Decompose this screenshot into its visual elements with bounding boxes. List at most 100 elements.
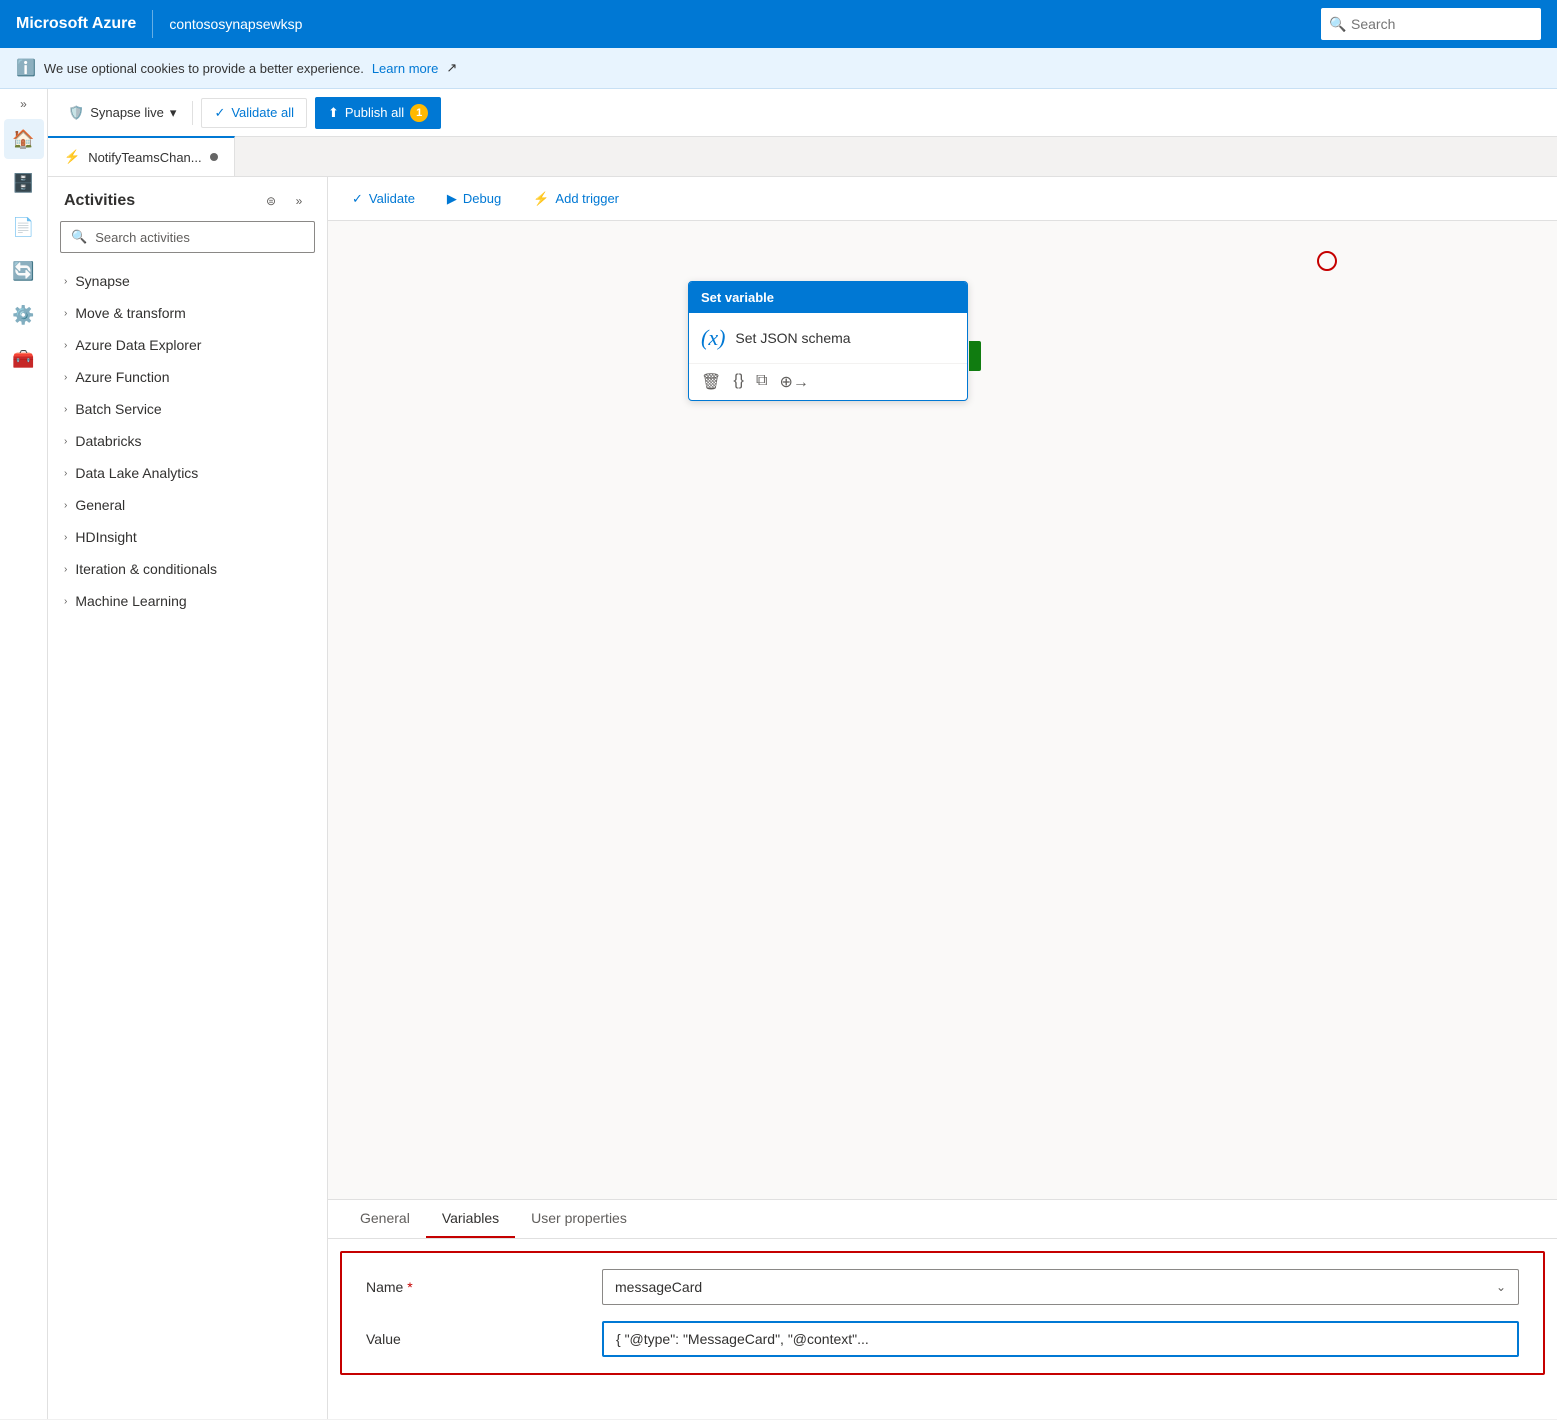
debug-button[interactable]: ▶ Debug	[439, 187, 509, 211]
chevron-right-icon: ›	[64, 340, 67, 351]
activity-group-general[interactable]: › General	[48, 489, 327, 521]
validate-button[interactable]: ✓ Validate	[344, 187, 423, 211]
chevron-right-icon: ›	[64, 468, 67, 479]
activity-group-label: Move & transform	[75, 305, 185, 321]
activity-group-label: HDInsight	[75, 529, 136, 545]
code-icon[interactable]: {}	[733, 372, 744, 392]
activity-group-azure-data-explorer[interactable]: › Azure Data Explorer	[48, 329, 327, 361]
activity-group-batch-service[interactable]: › Batch Service	[48, 393, 327, 425]
collapse-btn[interactable]: ⊜	[259, 189, 283, 213]
canvas-area: ✓ Validate ▶ Debug ⚡ Add trigger	[328, 177, 1557, 1419]
debug-play-icon: ▶	[447, 191, 457, 207]
form-row-name: Name * messageCard ⌄	[366, 1269, 1519, 1305]
pipeline-tab-icon: ⚡	[64, 149, 80, 165]
activity-group-databricks[interactable]: › Databricks	[48, 425, 327, 457]
validate-icon: ✓	[214, 105, 225, 121]
activity-group-label: Batch Service	[75, 401, 161, 417]
tab-dot	[210, 153, 218, 161]
copy-icon[interactable]: ⧉	[756, 372, 767, 392]
pipeline-canvas[interactable]: Set variable (x) Set JSON schema 🗑 {} ⧉ …	[328, 221, 1557, 1199]
chevron-right-icon: ›	[64, 308, 67, 319]
chevron-right-icon: ›	[64, 276, 67, 287]
activity-group-machine-learning[interactable]: › Machine Learning	[48, 585, 327, 617]
activity-group-iteration-conditionals[interactable]: › Iteration & conditionals	[48, 553, 327, 585]
nav-item-home[interactable]: 🏠	[4, 119, 44, 159]
tab-user-properties[interactable]: User properties	[515, 1200, 643, 1238]
add-trigger-button[interactable]: ⚡ Add trigger	[525, 187, 627, 211]
value-label: Value	[366, 1331, 586, 1347]
content-area: 🛡️ Synapse live ▾ ✓ Validate all ⬆ Publi…	[48, 89, 1557, 1419]
activity-group-label: Databricks	[75, 433, 141, 449]
activity-card-set-variable[interactable]: Set variable (x) Set JSON schema 🗑 {} ⧉ …	[688, 281, 968, 401]
chevron-down-icon: ▾	[170, 105, 177, 121]
activity-card-body: (x) Set JSON schema	[689, 313, 967, 363]
activity-card-header: Set variable	[689, 282, 967, 313]
close-btn[interactable]: »	[287, 189, 311, 213]
validate-all-button[interactable]: ✓ Validate all	[201, 98, 307, 128]
delete-icon[interactable]: 🗑	[701, 372, 721, 392]
nav-item-manage[interactable]: 🧰	[4, 339, 44, 379]
activity-group-data-lake-analytics[interactable]: › Data Lake Analytics	[48, 457, 327, 489]
synapse-icon: 🛡️	[68, 105, 84, 121]
synapse-live-label: Synapse live	[90, 105, 164, 120]
brand-logo: Microsoft Azure	[16, 15, 136, 33]
chevron-right-icon: ›	[64, 564, 67, 575]
lightning-icon: ⚡	[533, 191, 549, 207]
activity-group-azure-function[interactable]: › Azure Function	[48, 361, 327, 393]
external-link-icon: ↗	[446, 60, 457, 76]
main-layout: » 🏠 🗄️ 📄 🔄 ⚙️ 🧰 🛡️ Synapse live ▾ ✓ Vali…	[0, 89, 1557, 1419]
activity-group-label: Data Lake Analytics	[75, 465, 198, 481]
activities-title: Activities	[64, 192, 135, 210]
debug-label: Debug	[463, 191, 501, 206]
search-icon: 🔍	[1329, 16, 1346, 33]
validate-check-icon: ✓	[352, 191, 363, 207]
top-bar: Microsoft Azure contososynapsewksp 🔍	[0, 0, 1557, 48]
synapse-live-selector[interactable]: 🛡️ Synapse live ▾	[60, 101, 184, 125]
activity-group-label: Machine Learning	[75, 593, 186, 609]
search-activities-input[interactable]: 🔍 Search activities	[60, 221, 315, 253]
validate-label: Validate	[369, 191, 415, 206]
red-circle-indicator	[1317, 251, 1337, 271]
publish-icon: ⬆	[328, 105, 339, 121]
chevron-right-icon: ›	[64, 404, 67, 415]
green-connector	[969, 341, 981, 371]
workspace: Activities ⊜ » 🔍 Search activities › Syn…	[48, 177, 1557, 1419]
activity-group-label: Synapse	[75, 273, 129, 289]
tab-variables[interactable]: Variables	[426, 1200, 515, 1238]
activity-name: Set JSON schema	[735, 330, 850, 346]
tab-bar: ⚡ NotifyTeamsChan...	[48, 137, 1557, 177]
toolbar-divider	[192, 101, 193, 125]
learn-more-link[interactable]: Learn more	[372, 61, 438, 76]
activity-group-label: Azure Data Explorer	[75, 337, 201, 353]
search-input[interactable]	[1321, 8, 1541, 40]
chevron-right-icon: ›	[64, 436, 67, 447]
publish-badge: 1	[410, 104, 428, 122]
dropdown-chevron-icon: ⌄	[1496, 1280, 1506, 1294]
value-input[interactable]: { "@type": "MessageCard", "@context"...	[602, 1321, 1519, 1357]
top-bar-divider	[152, 10, 153, 38]
main-toolbar: 🛡️ Synapse live ▾ ✓ Validate all ⬆ Publi…	[48, 89, 1557, 137]
cookie-text: We use optional cookies to provide a bet…	[44, 61, 364, 76]
nav-item-monitor[interactable]: ⚙️	[4, 295, 44, 335]
activity-group-synapse[interactable]: › Synapse	[48, 265, 327, 297]
pipeline-tab[interactable]: ⚡ NotifyTeamsChan...	[48, 136, 235, 176]
nav-item-develop[interactable]: 📄	[4, 207, 44, 247]
chevron-right-icon: ›	[64, 596, 67, 607]
workspace-name: contososynapsewksp	[169, 16, 302, 32]
chevron-right-icon: ›	[64, 372, 67, 383]
activity-card-footer: 🗑 {} ⧉ ⊕→	[689, 363, 967, 400]
activity-group-hdinsight[interactable]: › HDInsight	[48, 521, 327, 553]
cookie-banner: ℹ️ We use optional cookies to provide a …	[0, 48, 1557, 89]
tab-general[interactable]: General	[344, 1200, 426, 1238]
form-area: Name * messageCard ⌄ Value { "@type"	[340, 1251, 1545, 1375]
activity-group-label: Iteration & conditionals	[75, 561, 217, 577]
publish-all-button[interactable]: ⬆ Publish all 1	[315, 97, 441, 129]
info-icon: ℹ️	[16, 58, 36, 78]
add-activity-icon[interactable]: ⊕→	[779, 372, 808, 392]
nav-expand-btn[interactable]: »	[20, 97, 27, 111]
activity-group-move-transform[interactable]: › Move & transform	[48, 297, 327, 329]
nav-item-data[interactable]: 🗄️	[4, 163, 44, 203]
activities-panel: Activities ⊜ » 🔍 Search activities › Syn…	[48, 177, 328, 1419]
name-dropdown[interactable]: messageCard ⌄	[602, 1269, 1519, 1305]
nav-item-integrate[interactable]: 🔄	[4, 251, 44, 291]
